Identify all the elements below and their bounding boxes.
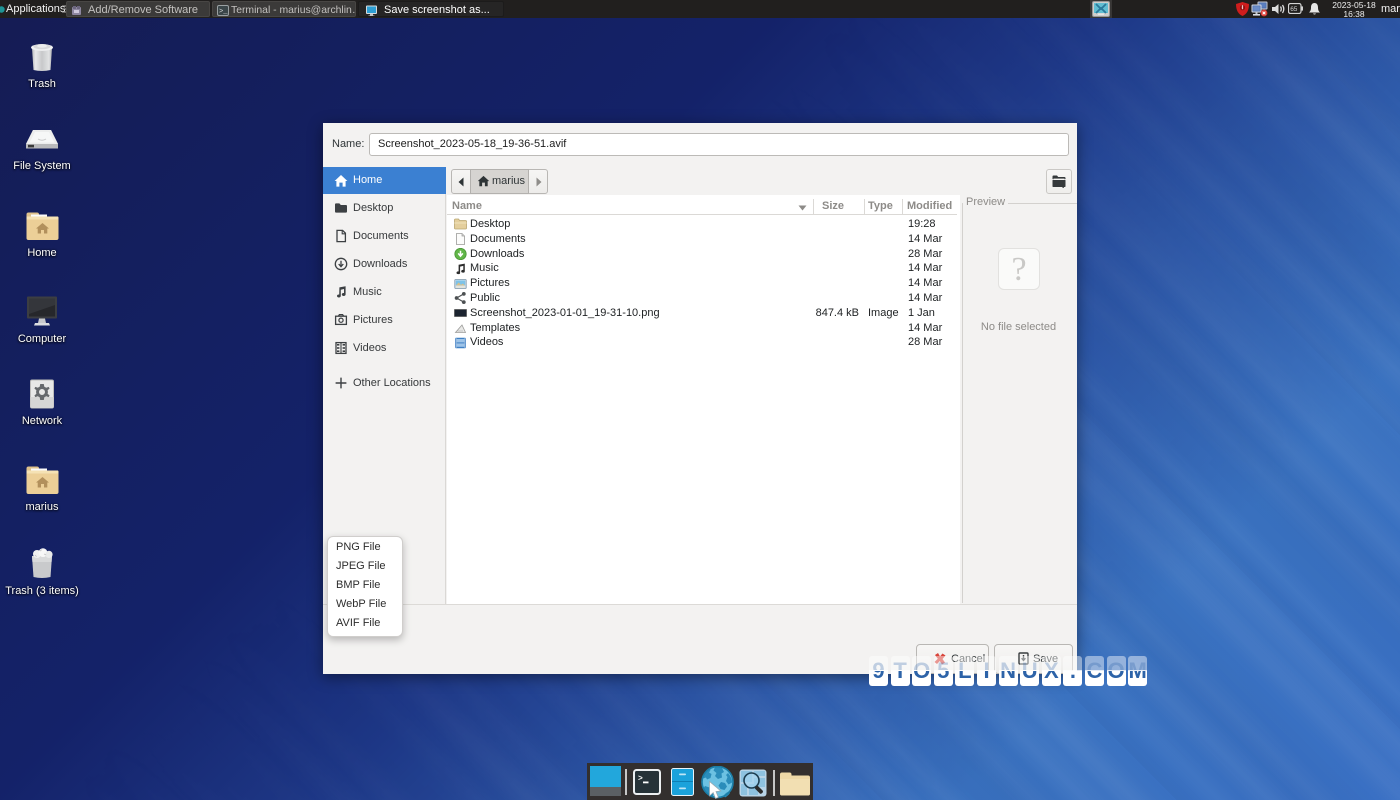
svg-text:65: 65	[1290, 6, 1298, 13]
svg-text:>: >	[638, 775, 643, 784]
svg-text:>_: >_	[219, 8, 228, 16]
